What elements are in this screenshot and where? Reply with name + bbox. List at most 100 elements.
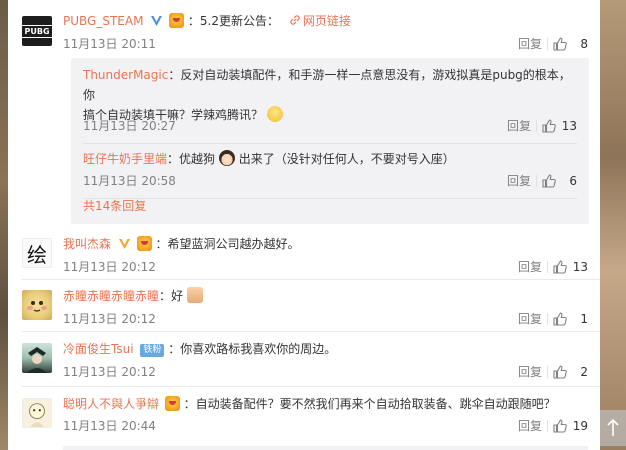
divider [547,420,548,432]
like-count: 8 [580,37,588,51]
reply-button[interactable]: 回复 [518,363,542,381]
like-button[interactable]: 6 [541,172,577,190]
thumbs-up-icon [553,37,567,51]
divider [547,313,548,325]
like-button[interactable]: 1 [552,310,588,328]
thumbs-up-icon [553,312,567,326]
reply-item: 旺仔牛奶手里端：优越狗 出来了（没针对任何人，不要对号入座） 11月13日 20… [83,149,577,199]
member-badge-icon [136,236,152,251]
comment-meta: 11月13日 20:11 回复 8 [63,35,588,53]
member-badge-icon [169,13,185,28]
timestamp: 11月13日 20:58 [83,174,176,188]
reply-meta: 11月13日 20:58 回复 6 [83,172,577,190]
like-count: 13 [572,260,588,274]
avatar[interactable]: 绘 [22,238,52,268]
comment-text: ：自动装备配件？要不然我们再来个自动拾取装备、跳伞自动跟随吧？ [183,397,556,411]
avatar-label: 绘 [27,242,47,267]
timestamp: 11月13日 20:12 [63,260,156,274]
divider [22,279,600,280]
divider [83,143,577,144]
divider [536,120,537,132]
like-button[interactable]: 13 [541,117,577,135]
reply-button[interactable]: 回复 [507,172,531,190]
username[interactable]: 聪明人不與人爭辯 [63,397,159,411]
reply-button[interactable]: 回复 [518,258,542,276]
comment-line: PUBG_STEAM ：5.2更新公告： 网页链接 [63,12,588,30]
divider [83,198,577,199]
member-badge-icon [164,396,180,411]
comment-meta: 11月13日 20:12 回复 1 [63,310,588,328]
username[interactable]: 我叫杰森 [63,237,111,251]
username[interactable]: 旺仔牛奶手里端 [83,152,167,166]
username[interactable]: 冷面俊生Tsui [63,342,134,356]
timestamp: 11月13日 20:27 [83,119,176,133]
timestamp: 11月13日 20:12 [63,312,156,326]
back-to-top-icon [607,418,619,436]
reply-button[interactable]: 回复 [518,417,542,435]
like-button[interactable]: 2 [552,363,588,381]
comment-text: ：好 [159,289,184,303]
reply-button[interactable]: 回复 [518,310,542,328]
like-count: 19 [572,419,588,433]
like-count: 13 [561,119,577,133]
thumbs-up-icon [542,119,556,133]
reply-text-continued: 出来了（没针对任何人，不要对号入座） [238,152,455,166]
comment-line: 赤瞳赤瞳赤瞳赤瞳：好 [63,287,588,305]
reply-text: ：优越狗 [167,152,216,166]
comment-text: ：你喜欢路标我喜欢你的周边。 [168,342,337,356]
avatar-face-icon [27,301,47,312]
background-right [600,0,626,450]
comment-line: 聪明人不與人爭辯 ：自动装备配件？要不然我们再来个自动拾取装备、跳伞自动跟随吧？ [63,395,588,413]
comment-line: 我叫杰森 ：希望蓝洞公司越办越好。 [63,235,588,253]
avatar-cartoon-icon [29,403,45,427]
reply-button[interactable]: 回复 [507,117,531,135]
divider [547,261,548,273]
like-button[interactable]: 8 [552,35,588,53]
like-count: 1 [580,312,588,326]
link-icon [290,15,300,25]
comment-panel: PUBG PUBG_STEAM ：5.2更新公告： 网页链接 11月13日 20… [8,0,600,450]
girl-emoji-icon [218,150,235,166]
comment-text: ：5.2更新公告： [187,14,280,28]
comment-meta: 11月13日 20:44 回复 19 [63,417,588,435]
web-link-label: 网页链接 [302,14,351,28]
avatar[interactable] [22,343,52,373]
next-reply-box-edge [63,446,588,450]
thumbs-up-icon [553,419,567,433]
divider [22,331,600,332]
divider [22,386,600,387]
reply-meta: 11月13日 20:27 回复 13 [83,117,577,135]
web-link[interactable]: 网页链接 [289,14,351,28]
back-to-top-button[interactable] [600,410,626,446]
thumbs-up-icon [553,260,567,274]
avatar-label: PUBG [22,24,52,38]
iron-fan-badge: 铁粉 [140,344,165,357]
thumbs-up-emoji-icon [186,287,203,303]
reply-text-line: ThunderMagic：反对自动装填配件，和手游一样一点意思没有，游戏拟真是p… [83,65,577,105]
timestamp: 11月13日 20:44 [63,419,156,433]
username[interactable]: ThunderMagic [83,68,168,82]
username[interactable]: 赤瞳赤瞳赤瞳赤瞳 [63,289,159,303]
avatar[interactable]: PUBG [22,16,52,46]
timestamp: 11月13日 20:12 [63,365,156,379]
like-button[interactable]: 19 [552,417,588,435]
divider [536,175,537,187]
username[interactable]: PUBG_STEAM [63,14,143,28]
avatar[interactable] [22,398,52,428]
like-button[interactable]: 13 [552,258,588,276]
more-replies-link[interactable]: 共14条回复 [83,197,146,215]
comment-meta: 11月13日 20:12 回复 13 [63,258,588,276]
reply-text-line: 旺仔牛奶手里端：优越狗 出来了（没针对任何人，不要对号入座） [83,149,577,169]
divider [547,366,548,378]
reply-button[interactable]: 回复 [518,35,542,53]
divider [547,38,548,50]
thumbs-up-icon [542,174,556,188]
timestamp: 11月13日 20:11 [63,37,156,51]
reply-item: ThunderMagic：反对自动装填配件，和手游一样一点意思没有，游戏拟真是p… [83,65,577,144]
like-count: 2 [580,365,588,379]
avatar-figure-icon [27,347,47,373]
thumbs-up-icon [553,365,567,379]
avatar[interactable] [22,290,52,320]
comment-line: 冷面俊生Tsui 铁粉 ：你喜欢路标我喜欢你的周边。 [63,340,588,358]
verified-icon [118,239,130,249]
